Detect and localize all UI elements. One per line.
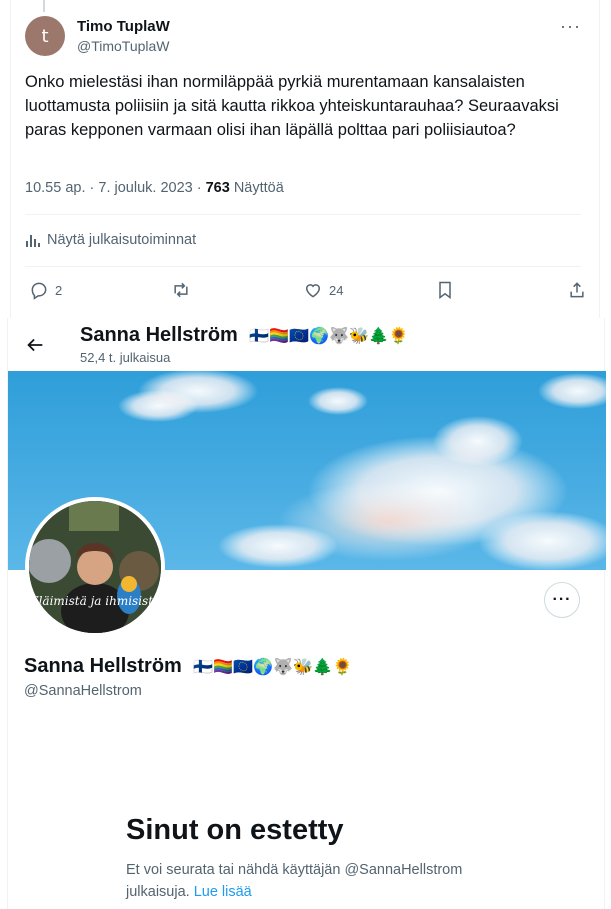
tweet-more-icon[interactable]: ··· — [560, 16, 581, 37]
bookmark-icon — [439, 281, 451, 299]
author-avatar[interactable]: t — [25, 16, 65, 56]
header-display-name: Sanna Hellström — [80, 324, 238, 346]
learn-more-link[interactable]: Lue lisää — [194, 884, 252, 900]
back-arrow-icon[interactable] — [24, 334, 46, 356]
profile-name: Sanna Hellström 🇫🇮🏳️‍🌈🇪🇺🌍🐺🐝🌲🌻 — [24, 655, 353, 678]
tweet-meta: 10.55 ap. · 7. jouluk. 2023 · 763 Näyttö… — [25, 180, 284, 196]
blocked-text: Et voi seurata tai nähdä käyttäjän @Sann… — [126, 862, 463, 900]
reply-button[interactable]: 2 — [29, 280, 62, 300]
tweet-date[interactable]: 7. jouluk. 2023 — [98, 180, 192, 196]
meta-separator: · — [196, 180, 206, 196]
profile-avatar[interactable]: Eläimistä ja ihmisistä — [25, 497, 165, 637]
divider — [25, 214, 581, 215]
share-button[interactable] — [567, 280, 587, 300]
profile-name-emojis: 🇫🇮🏳️‍🌈🇪🇺🌍🐺🐝🌲🌻 — [193, 657, 353, 676]
profile-display-name: Sanna Hellström — [24, 655, 182, 677]
tweet-time[interactable]: 10.55 ap. — [25, 180, 85, 196]
profile-more-button[interactable]: ··· — [544, 582, 580, 618]
avatar-caption: Eläimistä ja ihmisistä — [29, 594, 160, 608]
blocked-message: Et voi seurata tai nähdä käyttäjän @Sann… — [126, 859, 496, 903]
reply-icon — [31, 282, 47, 300]
reply-count: 2 — [55, 282, 63, 298]
views-count: 763 — [205, 180, 230, 196]
avatar-image: Eläimistä ja ihmisistä — [29, 501, 161, 633]
header-name-emojis: 🇫🇮🏳️‍🌈🇪🇺🌍🐺🐝🌲🌻 — [249, 326, 409, 345]
tweet-text: Onko mielestäsi ihan normiläppää pyrkiä … — [25, 73, 559, 139]
blocked-title: Sinut on estetty — [126, 814, 344, 846]
like-button[interactable]: 24 — [303, 280, 343, 300]
header-title: Sanna Hellström 🇫🇮🏳️‍🌈🇪🇺🌍🐺🐝🌲🌻 — [80, 324, 409, 347]
post-activity-link[interactable]: Näytä julkaisutoiminnat — [25, 232, 196, 248]
bookmark-button[interactable] — [435, 280, 455, 300]
like-count: 24 — [329, 282, 344, 298]
heart-icon — [305, 284, 321, 298]
profile-handle: @SannaHellstrom — [24, 683, 142, 699]
divider — [25, 266, 581, 267]
repost-button[interactable] — [171, 280, 191, 300]
post-count: 52,4 t. julkaisua — [80, 350, 171, 365]
post-activity-label: Näytä julkaisutoiminnat — [47, 232, 197, 248]
share-icon — [570, 282, 584, 298]
repost-icon — [174, 282, 188, 298]
thread-line — [43, 0, 45, 12]
tweet-actions: 2 24 — [29, 280, 584, 304]
author-handle[interactable]: @TimoTuplaW — [77, 38, 170, 54]
tweet-card: t Timo TuplaW @TimoTuplaW ··· Onko miele… — [10, 0, 600, 318]
author-name[interactable]: Timo TuplaW — [77, 18, 170, 35]
views-label: Näyttöä — [233, 180, 284, 196]
profile-page: Sanna Hellström 🇫🇮🏳️‍🌈🇪🇺🌍🐺🐝🌲🌻 52,4 t. ju… — [7, 318, 606, 909]
analytics-icon — [26, 235, 40, 247]
